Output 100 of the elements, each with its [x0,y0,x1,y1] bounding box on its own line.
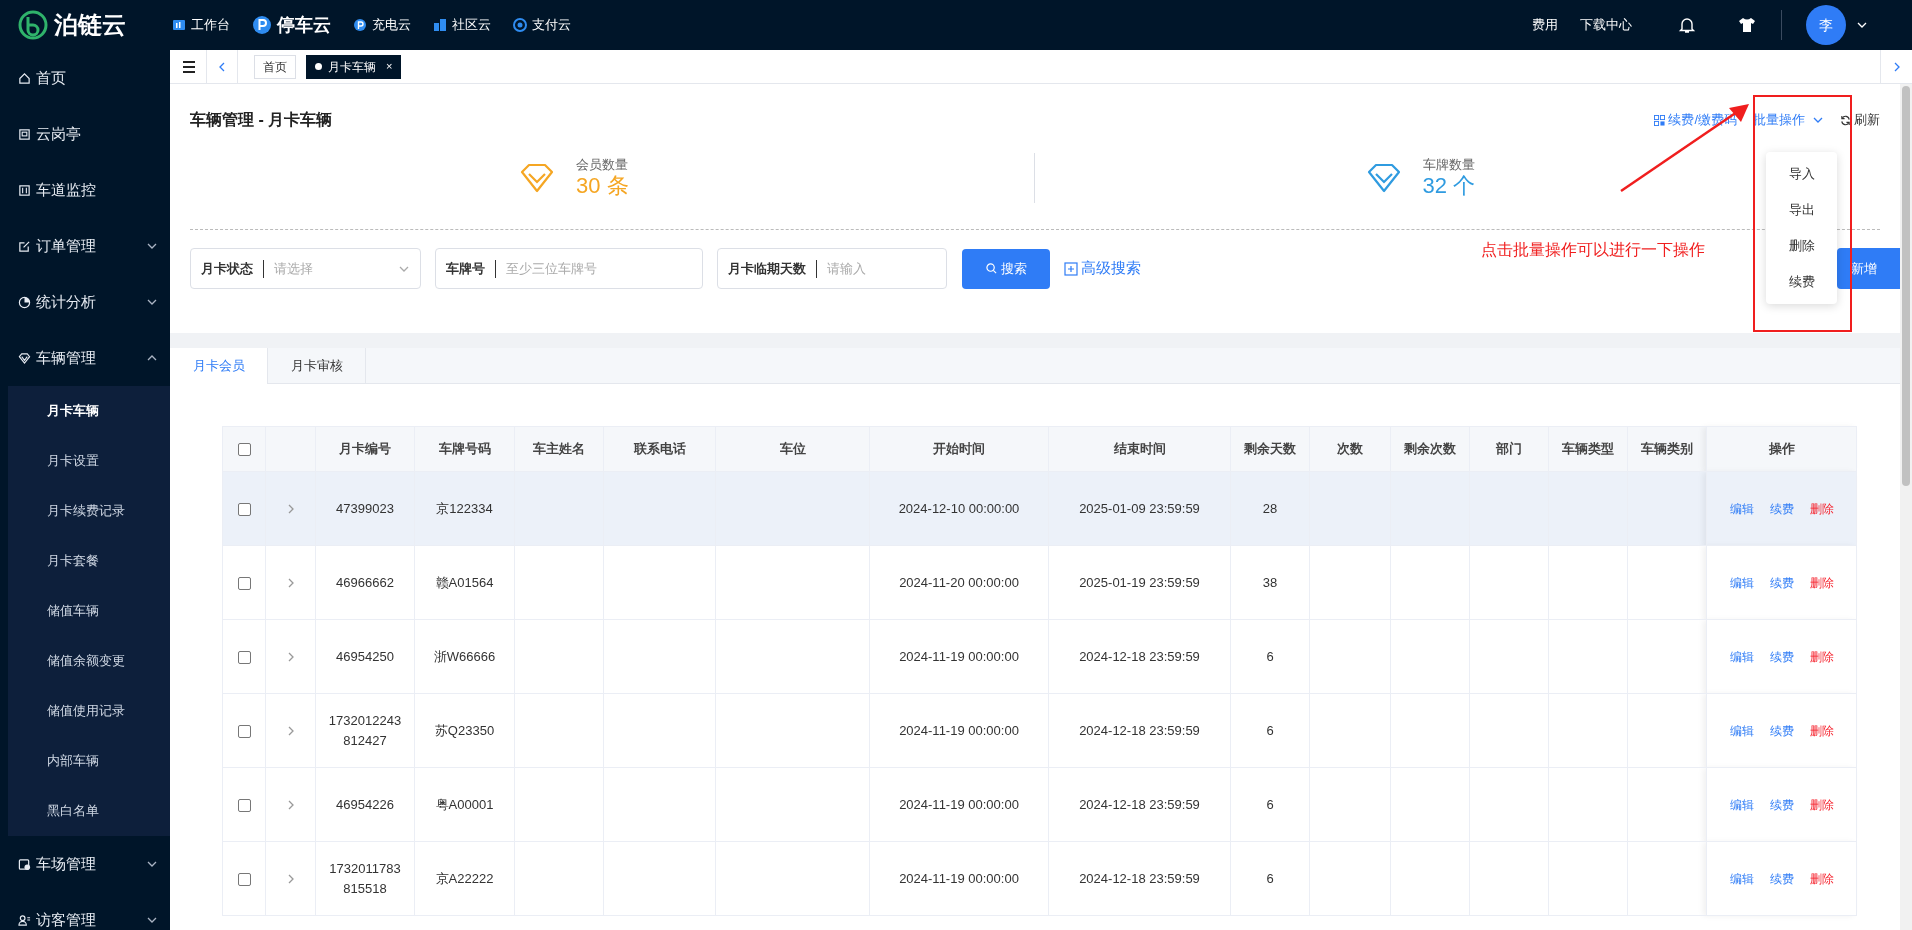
nav-tab[interactable]: 工作台 [172,15,230,35]
checkbox[interactable] [237,724,251,738]
table-row[interactable]: 46954226 粤A00001 2024-11-19 00:00:00 2024-12-18 23:59:59 6 编辑 续费 删除 [222,767,1857,842]
page-tab[interactable]: 月卡车辆 × [306,54,402,79]
submenu-item[interactable]: 储值余额变更 [8,636,170,686]
text-input[interactable]: 至少三位车牌号 [506,258,692,279]
row-action-link[interactable]: 删除 [1809,795,1834,814]
submenu-item[interactable]: 月卡套餐 [8,536,170,586]
submenu-item[interactable]: 储值车辆 [8,586,170,636]
table-cell: 46954250 [336,648,394,664]
checkbox[interactable] [237,502,251,516]
row-action-link[interactable]: 编辑 [1729,573,1754,592]
table-cell: 28 [1262,500,1278,516]
submenu-item[interactable]: 月卡车辆 [8,386,170,436]
table-row[interactable]: 47399023 京122334 2024-12-10 00:00:00 2025-01-09 23:59:59 28 编辑 续费 删除 [222,471,1857,546]
add-button[interactable]: 新增 [1837,248,1900,289]
checkbox[interactable] [237,650,251,664]
sidebar-item[interactable]: 车辆管理 [0,330,170,386]
row-action-link[interactable]: 续费 [1769,721,1794,740]
input-field[interactable]: 车牌号 至少三位车牌号 [435,248,703,289]
menu-item[interactable]: 导出 [1788,200,1815,220]
sidebar-item[interactable]: 车道监控 [0,162,170,218]
table-cell: 6 [1266,648,1274,664]
column-header: 开始时间 [869,426,1049,472]
annotation-text: 点击批量操作可以进行一下操作 [1481,240,1705,260]
field-label: 车牌号 [446,259,496,278]
stat-label: 会员数量 [576,157,629,173]
row-action-link[interactable]: 编辑 [1729,499,1754,518]
row-action-link[interactable]: 续费 [1769,647,1794,666]
stat-value: 32 个 [1422,173,1476,199]
sidebar-item[interactable]: 订单管理 [0,218,170,274]
content-tab[interactable]: 月卡会员 [170,348,268,384]
nav-tab[interactable]: 支付云 [513,15,571,35]
table-cell: 46954226 [336,796,394,812]
table-cell: 苏Q23350 [434,722,495,738]
row-action-link[interactable]: 编辑 [1729,647,1754,666]
nav-tab[interactable]: 社区云 [433,15,491,35]
sidebar-item[interactable]: 访客管理 [0,892,170,930]
table-row[interactable]: 46954250 浙W66666 2024-11-19 00:00:00 2024-12-18 23:59:59 6 编辑 续费 删除 [222,619,1857,694]
search-button[interactable]: 搜索 [962,248,1050,289]
table-cell: 2024-12-18 23:59:59 [1079,870,1200,886]
row-action-link[interactable]: 编辑 [1729,795,1754,814]
sidebar-item[interactable]: 云岗亭 [0,106,170,162]
nav-icon [433,18,447,32]
checkbox[interactable] [237,798,251,812]
checkbox[interactable] [237,443,251,457]
row-action-link[interactable]: 续费 [1769,869,1794,888]
action-link[interactable]: 批量操作 [1753,110,1824,130]
checkbox[interactable] [237,872,251,886]
row-action-link[interactable]: 编辑 [1729,721,1754,740]
table-row[interactable]: 1732012243812427 苏Q23350 2024-11-19 00:00:00 2024-12-18 23:59:59 6 编辑 续费 删除 [222,693,1857,768]
sidebar-item[interactable]: 统计分析 [0,274,170,330]
submenu-item[interactable]: 内部车辆 [8,736,170,786]
row-action-link[interactable]: 续费 [1769,573,1794,592]
row-action-link[interactable]: 删除 [1809,647,1834,666]
submenu-item[interactable]: 储值使用记录 [8,686,170,736]
column-header: 操作 [1706,426,1857,472]
sidebar-item[interactable]: 车场管理 [0,836,170,892]
submenu-item[interactable]: 黑白名单 [8,786,170,836]
row-action-link[interactable]: 续费 [1769,795,1794,814]
table-cell: 2025-01-19 23:59:59 [1079,574,1200,590]
stat-label: 车牌数量 [1422,157,1476,173]
close-icon[interactable]: × [386,58,393,75]
checkbox[interactable] [237,576,251,590]
text-input[interactable]: 请选择 [274,258,398,279]
advanced-search-link[interactable]: 高级搜索 [1064,257,1141,280]
select-field[interactable]: 月卡状态 请选择 [190,248,421,289]
top-link[interactable]: 费用 [1532,15,1558,35]
sidebar-item[interactable]: 首页 [0,50,170,106]
content-tab[interactable]: 月卡审核 [268,348,366,383]
scroll-left-button[interactable] [206,49,238,84]
table-cell: 2024-11-19 00:00:00 [899,648,1019,664]
row-action-link[interactable]: 续费 [1769,499,1794,518]
logo-icon [18,10,48,40]
menu-item[interactable]: 续费 [1788,272,1815,292]
table-row[interactable]: 1732011783815518 京A22222 2024-11-19 00:00:00 2024-12-18 23:59:59 6 编辑 续费 删除 [222,841,1857,916]
user-avatar[interactable]: 李 [1806,5,1846,45]
row-action-link[interactable]: 删除 [1809,721,1834,740]
row-action-link[interactable]: 删除 [1809,499,1834,518]
input-field[interactable]: 月卡临期天数 请输入 [717,248,947,289]
table-cell: 38 [1262,574,1278,590]
submenu-item[interactable]: 月卡设置 [8,436,170,486]
action-link[interactable]: 刷新 [1840,110,1880,130]
column-header: 月卡编号 [315,426,415,472]
submenu-item[interactable]: 月卡续费记录 [8,486,170,536]
row-action-link[interactable]: 编辑 [1729,869,1754,888]
table-cell: 赣A01564 [435,574,494,590]
top-link[interactable]: 下载中心 [1580,15,1632,35]
row-action-link[interactable]: 删除 [1809,573,1834,592]
scrollbar-thumb[interactable] [1902,86,1910,486]
row-action-link[interactable]: 删除 [1809,869,1834,888]
nav-tab[interactable]: 充电云 [353,15,411,35]
menu-item[interactable]: 导入 [1788,164,1815,184]
menu-item[interactable]: 删除 [1788,236,1815,256]
table-cell: 2024-12-10 00:00:00 [898,500,1020,516]
nav-tab[interactable]: 停车云 [252,11,331,39]
text-input[interactable]: 请输入 [827,258,936,279]
nav-icon [252,15,272,35]
table-row[interactable]: 46966662 赣A01564 2024-11-20 00:00:00 2025-01-19 23:59:59 38 编辑 续费 删除 [222,545,1857,620]
page-tab[interactable]: 首页 [254,54,296,79]
